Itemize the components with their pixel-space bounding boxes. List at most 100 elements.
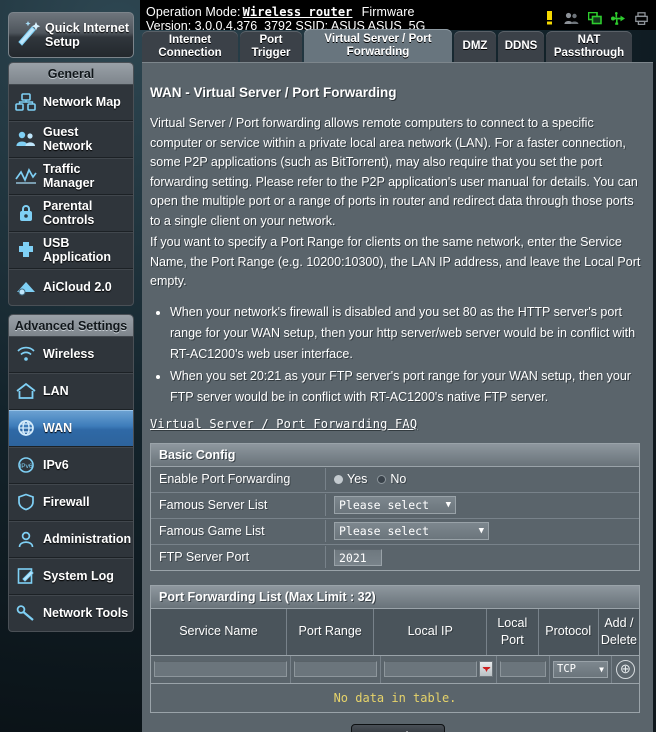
- tab-internet-connection[interactable]: Internet Connection: [142, 31, 238, 62]
- guest-network-icon: [9, 130, 43, 148]
- sidebar-item-guest-network[interactable]: Guest Network: [9, 121, 133, 158]
- wireless-icon: [9, 345, 43, 363]
- row-value: 2021: [326, 546, 639, 569]
- row-label: Enable Port Forwarding: [151, 468, 326, 490]
- tab-port-trigger[interactable]: Port Trigger: [240, 31, 302, 62]
- add-rule-button[interactable]: ⊕: [616, 659, 635, 679]
- row-label: FTP Server Port: [151, 546, 326, 568]
- service-name-input[interactable]: [154, 661, 287, 677]
- apply-button[interactable]: Apply: [350, 723, 446, 732]
- aicloud-icon: [9, 278, 43, 296]
- port-forwarding-list-table: Port Forwarding List (Max Limit : 32) Se…: [150, 584, 640, 713]
- column-header-service-name: Service Name: [151, 608, 287, 655]
- status-icon-group: [544, 11, 648, 30]
- row-famous-game-list: Famous Game List Please select ▼: [151, 519, 639, 545]
- sidebar-item-administration[interactable]: Administration: [9, 521, 133, 558]
- sidebar-item-firewall[interactable]: Firewall: [9, 484, 133, 521]
- usb-icon[interactable]: [611, 11, 626, 30]
- sidebar-item-aicloud[interactable]: AiCloud 2.0: [9, 269, 133, 305]
- clients-icon[interactable]: [564, 12, 579, 30]
- tab-label-line1: Internet: [168, 34, 212, 46]
- apply-button-wrapper: Apply: [142, 723, 654, 732]
- wan-icon: [9, 419, 43, 437]
- row-ftp-server-port: FTP Server Port 2021: [151, 545, 639, 570]
- tab-label-line2: Passthrough: [553, 46, 625, 59]
- protocol-value: TCP: [557, 663, 576, 675]
- firewall-icon: [9, 493, 43, 511]
- empty-table-message: No data in table.: [151, 683, 639, 712]
- local-ip-dropdown-button[interactable]: [479, 661, 493, 677]
- famous-game-list-select[interactable]: Please select ▼: [334, 522, 489, 540]
- sidebar-label: LAN: [43, 384, 69, 398]
- notes-list: When your network's firewall is disabled…: [142, 302, 654, 408]
- sidebar-item-traffic-manager[interactable]: Traffic Manager: [9, 158, 133, 195]
- sidebar-item-network-tools[interactable]: Network Tools: [9, 595, 133, 631]
- operation-mode-label: Operation Mode:: [146, 5, 241, 19]
- sidebar-item-network-map[interactable]: Network Map: [9, 84, 133, 121]
- description-paragraph-2: If you want to specify a Port Range for …: [150, 235, 641, 288]
- wan-tab-bar: Internet Connection Port Trigger Virtual…: [142, 29, 656, 62]
- notification-icon[interactable]: [544, 11, 555, 30]
- radio-option-yes[interactable]: Yes: [334, 472, 367, 486]
- port-range-input[interactable]: [294, 661, 377, 677]
- sidebar-label: Wireless: [43, 347, 95, 361]
- sidebar-item-usb-application[interactable]: USB Application: [9, 232, 133, 269]
- magic-wand-icon: [13, 18, 43, 53]
- select-value: Please select: [339, 524, 430, 538]
- sidebar-item-wireless[interactable]: Wireless: [9, 336, 133, 373]
- local-port-input[interactable]: [500, 661, 546, 677]
- radio-option-no[interactable]: No: [377, 472, 406, 486]
- basic-config-title: Basic Config: [151, 443, 639, 467]
- faq-link[interactable]: Virtual Server / Port Forwarding FAQ: [150, 417, 417, 431]
- tab-label-line1: DDNS: [504, 40, 538, 53]
- sidebar: Quick Internet Setup General Network Map: [8, 12, 134, 632]
- tab-ddns[interactable]: DDNS: [498, 31, 544, 62]
- sidebar-item-ipv6[interactable]: IPv6 IPv6: [9, 447, 133, 484]
- sidebar-label: Parental Controls: [43, 199, 95, 227]
- sidebar-label: Administration: [43, 532, 132, 546]
- printer-icon[interactable]: [635, 11, 648, 30]
- lan-icon: [9, 382, 43, 400]
- note-item: When you set 20:21 as your FTP server's …: [170, 366, 644, 408]
- system-log-icon: [9, 567, 43, 585]
- table-header-row: Service Name Port Range Local IP Local P…: [151, 608, 639, 656]
- radio-yes-icon[interactable]: [334, 474, 343, 484]
- column-header-protocol: Protocol: [539, 608, 599, 655]
- cell-local-ip: [381, 655, 497, 683]
- tab-label-line1: Virtual Server / Port: [324, 33, 432, 45]
- ftp-server-port-input[interactable]: 2021: [334, 548, 382, 566]
- tab-label-line2: Trigger: [251, 46, 291, 59]
- radio-yes-label: Yes: [347, 472, 368, 486]
- administration-icon: [9, 530, 43, 548]
- enable-port-forwarding-radio-group: Yes No: [334, 472, 406, 486]
- traffic-manager-icon: [9, 167, 43, 185]
- column-header-port-range: Port Range: [287, 608, 375, 655]
- tab-dmz[interactable]: DMZ: [454, 31, 496, 62]
- quick-internet-setup-button[interactable]: Quick Internet Setup: [8, 12, 134, 58]
- sidebar-label: WAN: [43, 421, 73, 435]
- sidebar-label: Network Tools: [43, 606, 129, 620]
- sidebar-label: IPv6: [43, 458, 69, 472]
- router-admin-page: Operation Mode: Wireless router Firmware …: [0, 0, 656, 732]
- tab-nat-passthrough[interactable]: NAT Passthrough: [546, 31, 632, 62]
- general-menu-block: General Network Map Guest Network Traffi…: [8, 62, 134, 306]
- column-header-add-delete: Add / Delete: [600, 615, 638, 647]
- basic-config-table: Basic Config Enable Port Forwarding Yes …: [150, 442, 640, 571]
- tab-virtual-server-port-forwarding[interactable]: Virtual Server / Port Forwarding: [304, 29, 452, 62]
- sidebar-item-lan[interactable]: LAN: [9, 373, 133, 410]
- radio-no-icon[interactable]: [377, 474, 387, 484]
- caret-down-icon: [482, 666, 491, 672]
- sidebar-label: System Log: [43, 569, 114, 583]
- sidebar-item-system-log[interactable]: System Log: [9, 558, 133, 595]
- famous-server-list-select[interactable]: Please select ▼: [334, 496, 456, 514]
- main-content-panel: WAN - Virtual Server / Port Forwarding V…: [142, 62, 654, 732]
- cell-local-port: [497, 655, 550, 683]
- sidebar-label: Traffic Manager: [43, 162, 95, 190]
- sidebar-item-parental-controls[interactable]: Parental Controls: [9, 195, 133, 232]
- protocol-select[interactable]: TCP ▼: [553, 660, 608, 678]
- local-ip-input[interactable]: [384, 661, 478, 677]
- sidebar-item-wan[interactable]: WAN: [9, 410, 133, 447]
- operation-mode-value[interactable]: Wireless router: [241, 5, 355, 19]
- tab-label-line1: Port: [259, 34, 283, 46]
- network-devices-icon[interactable]: [587, 11, 602, 30]
